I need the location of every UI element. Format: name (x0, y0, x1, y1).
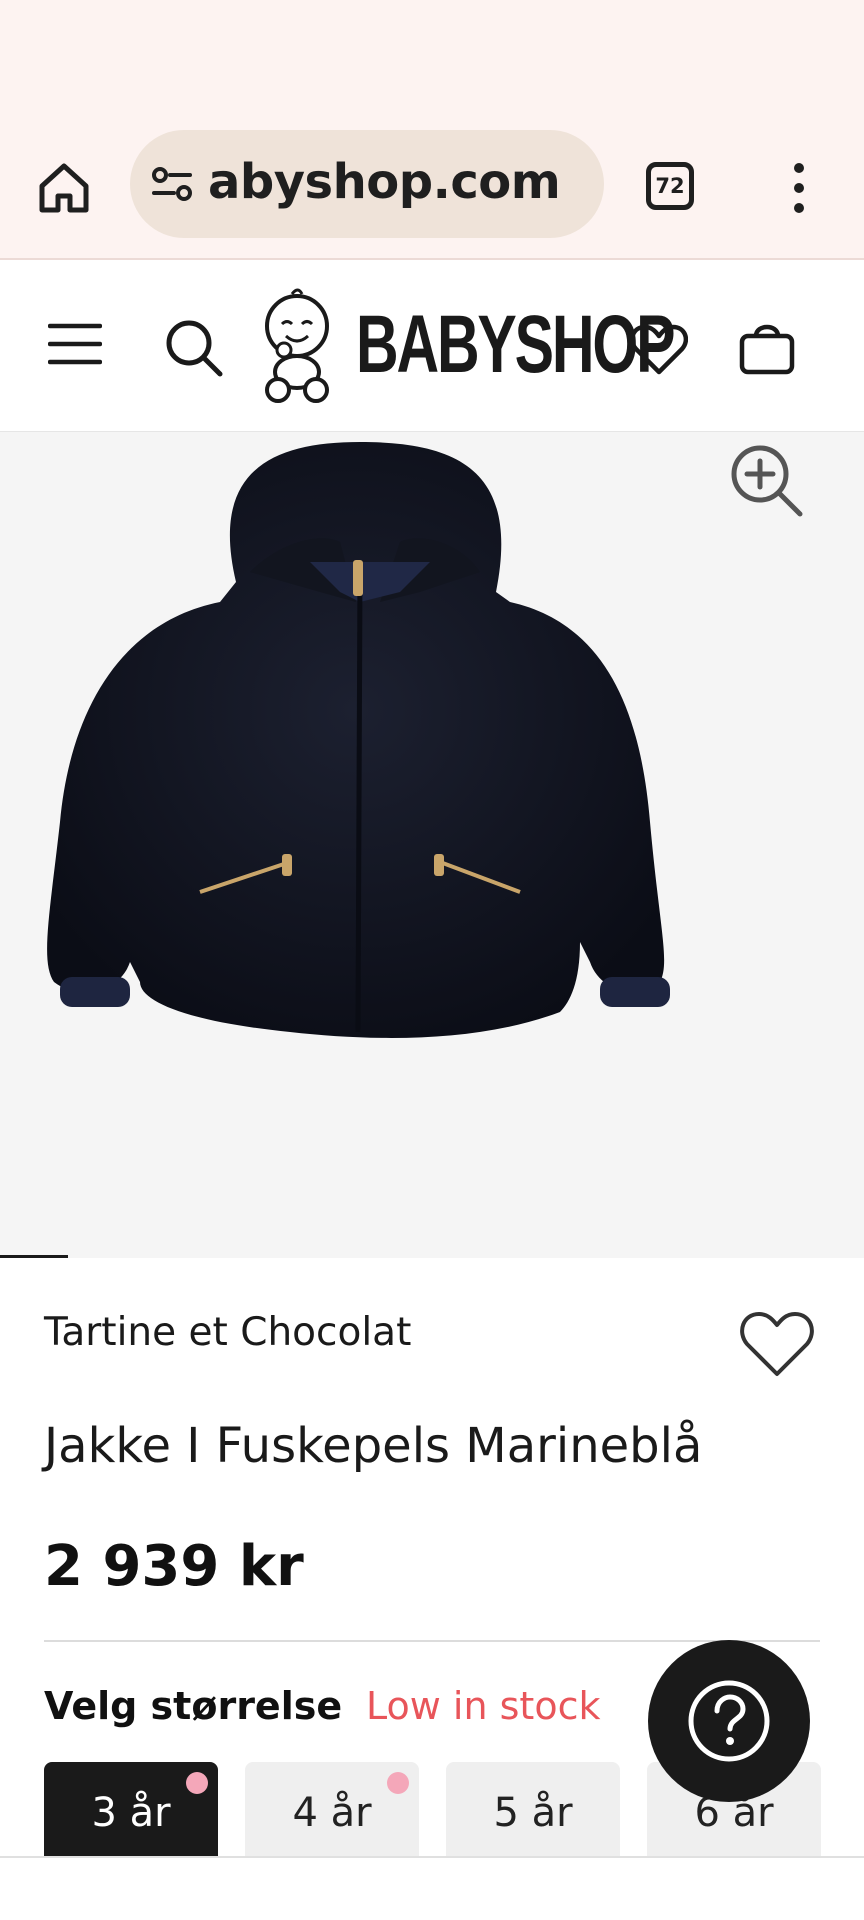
size-option-label: 5 år (493, 1790, 573, 1836)
tabs-icon[interactable]: 72 (646, 162, 694, 210)
brand-name[interactable]: Tartine et Chocolat (44, 1310, 411, 1355)
bottom-area (0, 1858, 864, 1920)
status-bar-area (0, 0, 864, 120)
slide-indicator (0, 1255, 68, 1258)
browser-toolbar: abyshop.com 72 (0, 120, 864, 260)
size-option-label: 3 år (91, 1790, 171, 1836)
site-header: BABYSHOP (0, 262, 864, 432)
divider (44, 1640, 820, 1642)
low-stock-dot (387, 1772, 409, 1794)
address-bar[interactable]: abyshop.com (130, 130, 604, 238)
product-price: 2 939 kr (44, 1534, 304, 1599)
size-label: Velg størrelse (44, 1684, 343, 1728)
home-icon[interactable] (36, 160, 92, 216)
product-title: Jakke I Fuskepels Marineblå (44, 1418, 703, 1474)
size-option-5-ar[interactable]: 5 år (446, 1762, 620, 1858)
menu-icon[interactable] (48, 322, 102, 366)
jacket-image (47, 442, 670, 1038)
site-logo[interactable]: BABYSHOP (356, 304, 675, 386)
heart-icon[interactable] (630, 324, 688, 376)
product-image[interactable] (0, 432, 864, 1258)
zoom-in-icon[interactable] (728, 442, 806, 520)
bag-icon[interactable] (738, 318, 796, 376)
favorite-heart-icon[interactable] (738, 1310, 816, 1380)
help-button[interactable] (648, 1640, 810, 1802)
size-option-4-ar[interactable]: 4 år (245, 1762, 419, 1858)
url-text: abyshop.com (208, 154, 561, 210)
tune-icon[interactable] (150, 166, 194, 202)
stock-status: Low in stock (366, 1684, 601, 1728)
tab-count: 72 (655, 174, 685, 198)
size-option-label: 4 år (292, 1790, 372, 1836)
baby-logo-icon[interactable] (256, 284, 338, 404)
size-option-3-ar[interactable]: 3 år (44, 1762, 218, 1858)
low-stock-dot (186, 1772, 208, 1794)
search-icon[interactable] (164, 318, 224, 378)
help-question-icon (688, 1680, 770, 1762)
more-vert-icon[interactable] (784, 160, 814, 216)
